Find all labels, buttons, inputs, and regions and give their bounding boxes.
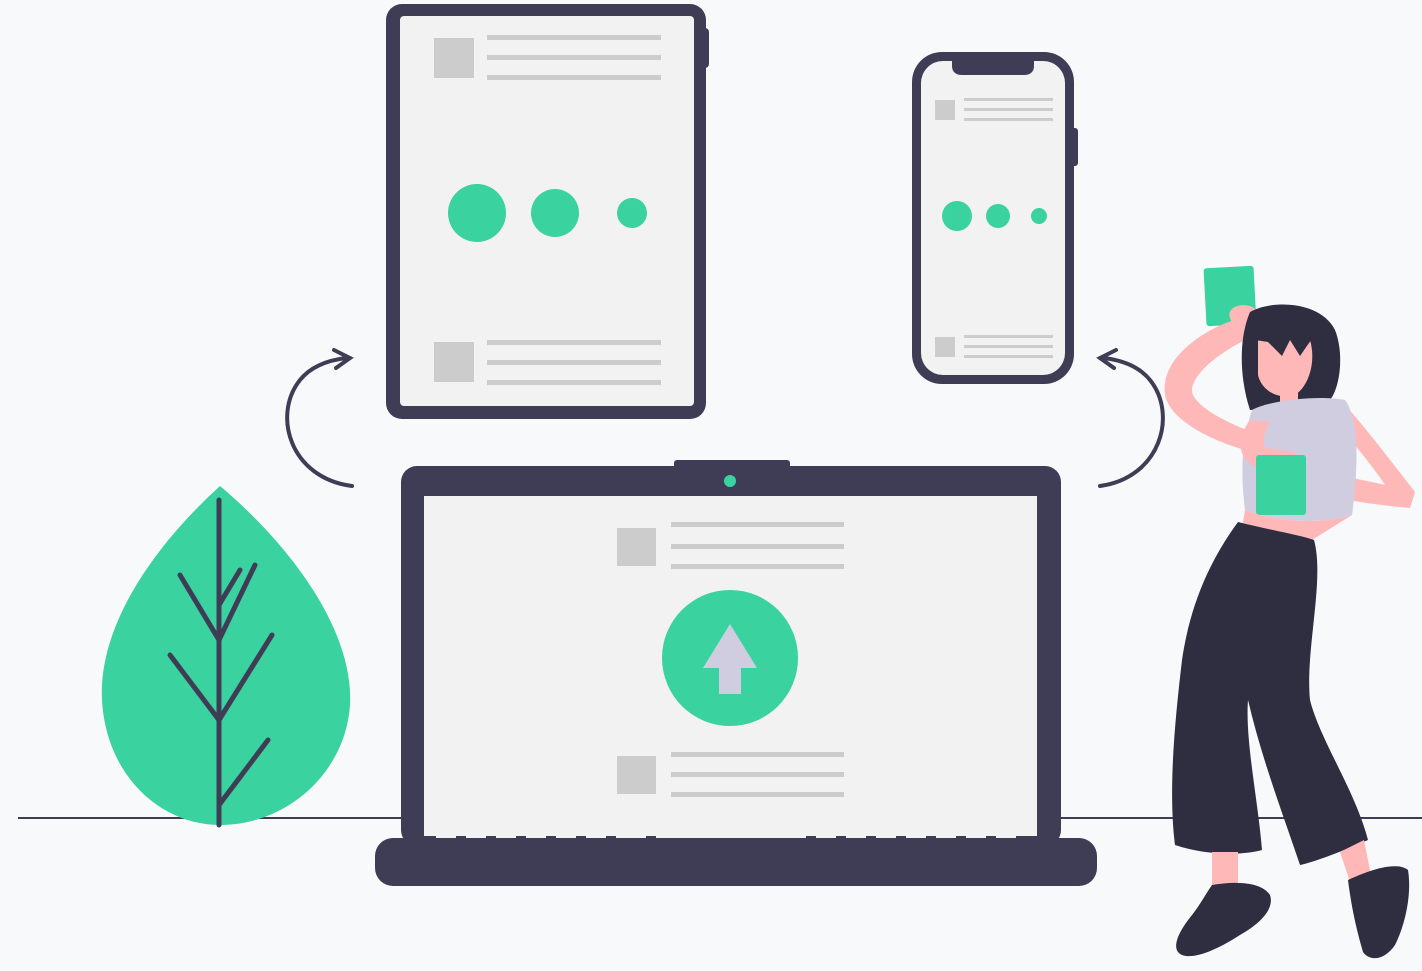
curved-arrow-icon (285, 348, 354, 488)
responsive-devices-illustration (18, 4, 1422, 959)
woman-figure (1164, 265, 1415, 959)
phone-notch (952, 61, 1034, 75)
card-chest (1256, 455, 1306, 515)
curved-arrow-icon (1096, 348, 1165, 488)
tablet-thumb-top (434, 38, 474, 78)
tablet-device (386, 4, 709, 419)
phone-device (912, 52, 1078, 384)
shoe-left (1176, 882, 1271, 957)
webcam (724, 475, 736, 487)
shoe-right (1348, 866, 1410, 959)
leaf (101, 486, 351, 825)
laptop-device (375, 460, 1097, 886)
upload-button (662, 590, 798, 726)
leaf-plant (101, 486, 351, 828)
laptop-base (375, 838, 1097, 886)
tablet-thumb-bottom (434, 342, 474, 382)
